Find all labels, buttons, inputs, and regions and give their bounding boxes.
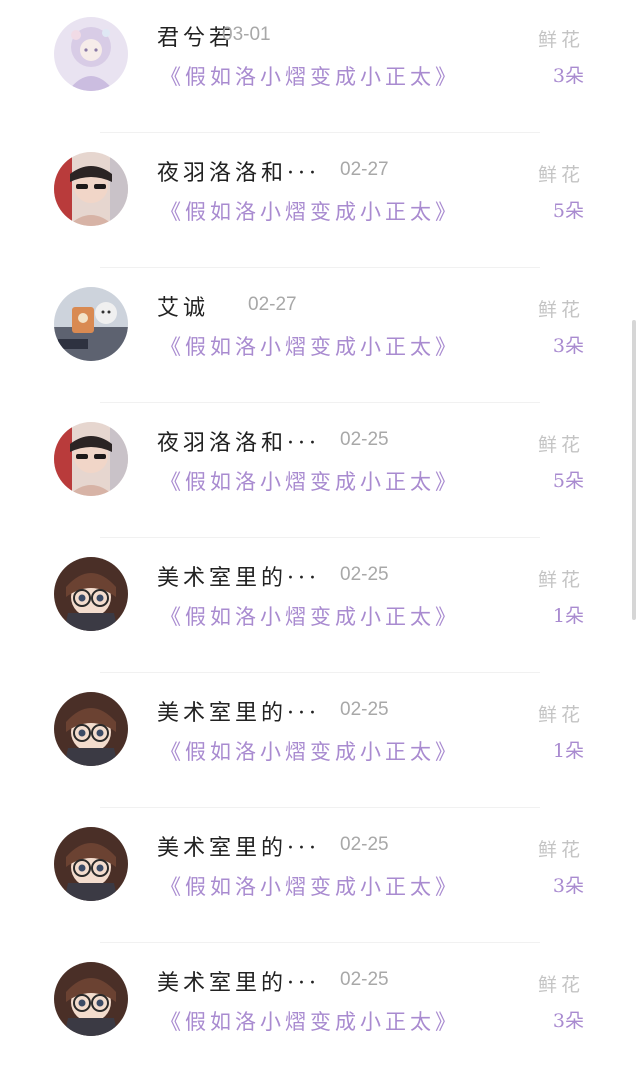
gift-date: 02-27 [248, 294, 297, 315]
gift-type-label: 鲜花 [537, 704, 584, 726]
avatar[interactable] [54, 692, 128, 766]
book-title-link[interactable]: 《假如洛小熠变成小正太》 [160, 331, 460, 361]
gift-count: 3朵 [552, 65, 584, 87]
book-title-link[interactable]: 《假如洛小熠变成小正太》 [160, 61, 460, 91]
avatar[interactable] [54, 827, 128, 901]
gift-type-label: 鲜花 [537, 569, 584, 591]
list-item[interactable]: 美术室里的··· 02-25 鲜花 《假如洛小熠变成小正太》 1朵 [0, 673, 640, 808]
book-title-link[interactable]: 《假如洛小熠变成小正太》 [160, 601, 460, 631]
list-item[interactable]: 美术室里的··· 02-25 鲜花 《假如洛小熠变成小正太》 3朵 [0, 943, 640, 1078]
gift-date: 02-25 [340, 429, 389, 450]
list-item[interactable]: 君兮若 03-01 鲜花 《假如洛小熠变成小正太》 3朵 [0, 0, 640, 133]
gift-date: 02-25 [340, 564, 389, 585]
list-item[interactable]: 夜羽洛洛和··· 02-27 鲜花 《假如洛小熠变成小正太》 5朵 [0, 133, 640, 268]
flower-gift-list: 君兮若 03-01 鲜花 《假如洛小熠变成小正太》 3朵 夜羽洛洛和··· 02… [0, 0, 640, 1078]
gift-count: 5朵 [552, 200, 584, 222]
list-item[interactable]: 艾诚 02-27 鲜花 《假如洛小熠变成小正太》 3朵 [0, 268, 640, 403]
gift-count: 3朵 [552, 335, 584, 357]
gift-type-label: 鲜花 [537, 164, 584, 186]
gift-type-label: 鲜花 [537, 974, 584, 996]
gift-date: 02-25 [340, 834, 389, 855]
gift-type-label: 鲜花 [537, 29, 584, 51]
gift-count: 1朵 [552, 605, 584, 627]
gift-date: 02-27 [340, 159, 389, 180]
user-name[interactable]: 美术室里的··· [157, 965, 320, 997]
avatar[interactable] [54, 152, 128, 226]
book-title-link[interactable]: 《假如洛小熠变成小正太》 [160, 736, 460, 766]
gift-type-label: 鲜花 [537, 434, 584, 456]
gift-date: 02-25 [340, 969, 389, 990]
gift-date: 03-01 [222, 24, 271, 45]
gift-date: 02-25 [340, 699, 389, 720]
user-name[interactable]: 夜羽洛洛和··· [157, 155, 320, 187]
gift-count: 3朵 [552, 1010, 584, 1032]
gift-type-label: 鲜花 [537, 839, 584, 861]
gift-type-label: 鲜花 [537, 299, 584, 321]
user-name[interactable]: 艾诚 [157, 290, 209, 322]
book-title-link[interactable]: 《假如洛小熠变成小正太》 [160, 466, 460, 496]
gift-count: 1朵 [552, 740, 584, 762]
avatar[interactable] [54, 287, 128, 361]
book-title-link[interactable]: 《假如洛小熠变成小正太》 [160, 196, 460, 226]
list-item[interactable]: 夜羽洛洛和··· 02-25 鲜花 《假如洛小熠变成小正太》 5朵 [0, 403, 640, 538]
book-title-link[interactable]: 《假如洛小熠变成小正太》 [160, 1006, 460, 1036]
avatar[interactable] [54, 17, 128, 91]
gift-count: 5朵 [552, 470, 584, 492]
user-name[interactable]: 美术室里的··· [157, 560, 320, 592]
avatar[interactable] [54, 422, 128, 496]
avatar[interactable] [54, 557, 128, 631]
user-name[interactable]: 美术室里的··· [157, 695, 320, 727]
user-name[interactable]: 美术室里的··· [157, 830, 320, 862]
book-title-link[interactable]: 《假如洛小熠变成小正太》 [160, 871, 460, 901]
list-item[interactable]: 美术室里的··· 02-25 鲜花 《假如洛小熠变成小正太》 1朵 [0, 538, 640, 673]
vertical-scrollbar[interactable] [632, 320, 636, 620]
avatar[interactable] [54, 962, 128, 1036]
user-name[interactable]: 夜羽洛洛和··· [157, 425, 320, 457]
gift-count: 3朵 [552, 875, 584, 897]
list-item[interactable]: 美术室里的··· 02-25 鲜花 《假如洛小熠变成小正太》 3朵 [0, 808, 640, 943]
